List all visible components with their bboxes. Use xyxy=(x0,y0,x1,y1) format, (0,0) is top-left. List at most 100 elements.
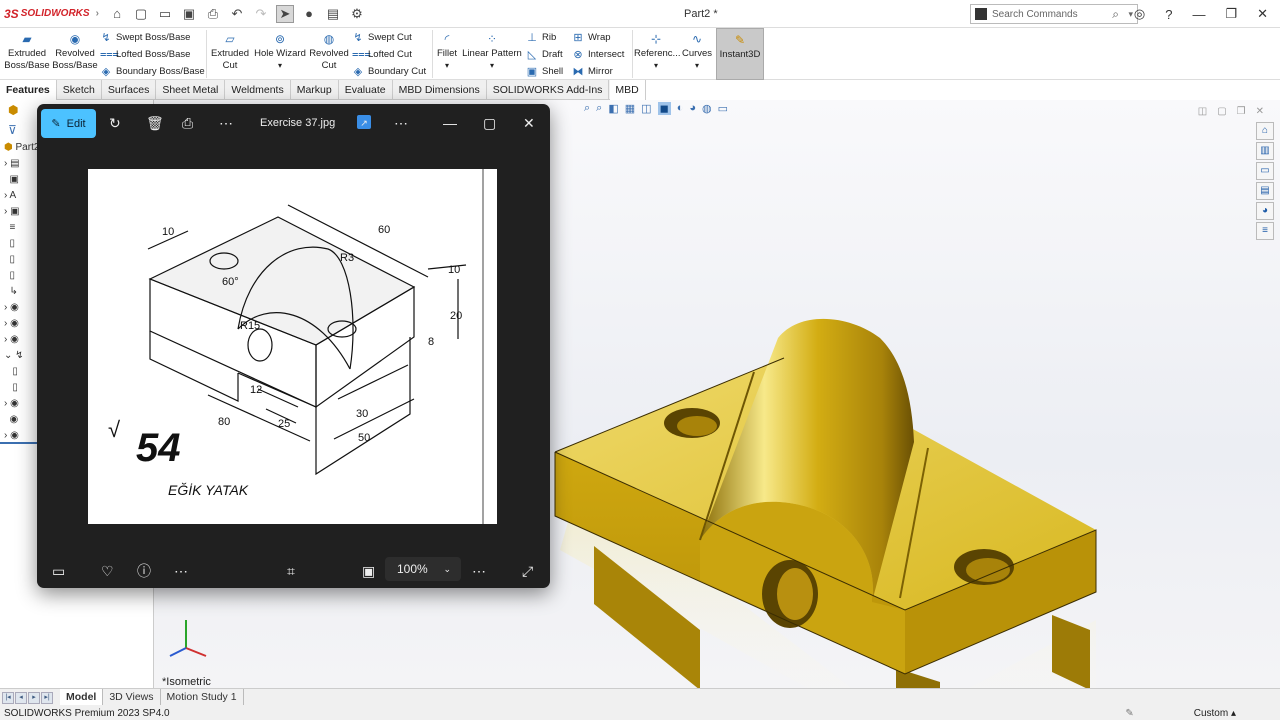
mirror-button[interactable]: ⧓ Mirror xyxy=(572,65,613,78)
file-properties-icon[interactable]: ▤ xyxy=(324,5,342,23)
close-icon[interactable]: ✕ xyxy=(523,115,535,131)
tab-mbd[interactable]: MBD xyxy=(609,80,646,100)
tab-3d-views[interactable]: 3D Views xyxy=(103,689,161,705)
lofted-boss-button[interactable]: ⩶ Lofted Boss/Base xyxy=(100,48,190,61)
section-view-icon[interactable]: ▦ xyxy=(625,102,635,115)
chevron-down-icon[interactable]: ▾ xyxy=(1128,9,1133,20)
scenes-icon[interactable]: ◍ xyxy=(702,102,712,115)
zoom-area-icon[interactable]: ⌕ xyxy=(596,102,602,115)
tab-solidworks-addins[interactable]: SOLIDWORKS Add-Ins xyxy=(487,80,610,100)
hide-show-items-icon[interactable]: ◐ xyxy=(677,102,684,115)
close-icon[interactable]: ✕ xyxy=(1257,6,1268,22)
hole-wizard-button[interactable]: ⊚ Hole Wizard ▾ xyxy=(254,32,306,72)
select-pointer-icon[interactable]: ➤ xyxy=(276,4,294,23)
view-settings-icon[interactable]: ▭ xyxy=(718,102,728,115)
print-icon[interactable]: ⎙ xyxy=(182,115,193,131)
next-tab-icon[interactable]: ▸ xyxy=(28,692,40,704)
tab-sheet-metal[interactable]: Sheet Metal xyxy=(156,80,226,100)
swept-boss-button[interactable]: ↯ Swept Boss/Base xyxy=(100,31,190,44)
tab-evaluate[interactable]: Evaluate xyxy=(339,80,393,100)
solidworks-resources-icon[interactable]: ⌂ xyxy=(1256,122,1274,140)
wrap-button[interactable]: ⊞ Wrap xyxy=(572,31,610,44)
design-library-icon[interactable]: ▥ xyxy=(1256,142,1274,160)
fillet-button[interactable]: ◜ Fillet ▾ xyxy=(434,32,460,72)
instant3d-button[interactable]: ✎ Instant3D xyxy=(716,28,764,80)
previous-view-icon[interactable]: ◧ xyxy=(608,102,618,115)
extruded-cut-button[interactable]: ▱ Extruded Cut xyxy=(208,32,252,72)
more-options-icon[interactable]: ⋯ xyxy=(394,115,408,131)
gold-part-model[interactable] xyxy=(550,220,1106,720)
rib-button[interactable]: ⊥ Rib xyxy=(526,31,556,44)
file-explorer-icon[interactable]: ▭ xyxy=(1256,162,1274,180)
options-gear-icon[interactable]: ⚙ xyxy=(348,5,366,23)
more-options-icon[interactable]: ⋯ xyxy=(219,115,233,131)
draft-button[interactable]: ◺ Draft xyxy=(526,48,563,61)
tab-motion-study-1[interactable]: Motion Study 1 xyxy=(161,689,244,705)
tab-features[interactable]: Features xyxy=(0,80,57,100)
edit-button[interactable]: ✎ Edit xyxy=(41,109,96,138)
custom-properties-icon[interactable]: ≡ xyxy=(1256,222,1274,240)
revolved-boss-button[interactable]: ◉ Revolved Boss/Base xyxy=(52,32,98,72)
open-folder-icon[interactable]: ▭ xyxy=(156,5,174,23)
display-style-icon[interactable]: ◼ xyxy=(657,102,671,115)
image-info-icon[interactable]: ↗ xyxy=(357,115,371,129)
filter-icon[interactable]: ⊽ xyxy=(8,123,17,137)
minimize-icon[interactable]: — xyxy=(1192,7,1205,22)
traffic-light-icon[interactable]: ● xyxy=(300,5,318,23)
extruded-boss-button[interactable]: ▰ Extruded Boss/Base xyxy=(4,32,50,72)
favorite-heart-icon[interactable]: ♡ xyxy=(101,563,114,579)
tab-model[interactable]: Model xyxy=(60,689,104,705)
search-icon[interactable]: ⌕ xyxy=(1112,7,1119,22)
user-icon[interactable]: ◎ xyxy=(1134,6,1145,22)
shell-button[interactable]: ▣ Shell xyxy=(526,65,563,78)
maximize-icon[interactable]: ▢ xyxy=(483,115,496,131)
undo-icon[interactable]: ↶ xyxy=(228,5,246,23)
prev-tab-icon[interactable]: ◂ xyxy=(15,692,27,704)
revolved-cut-button[interactable]: ◍ Revolved Cut xyxy=(308,32,350,72)
redo-icon[interactable]: ↷ xyxy=(252,5,270,23)
more-options-icon[interactable]: ⋯ xyxy=(472,563,486,579)
tab-markup[interactable]: Markup xyxy=(291,80,339,100)
first-tab-icon[interactable]: |◂ xyxy=(2,692,14,704)
tab-mbd-dimensions[interactable]: MBD Dimensions xyxy=(393,80,487,100)
full-screen-icon[interactable]: ⤢ xyxy=(522,563,533,579)
save-icon[interactable]: ▣ xyxy=(180,5,198,23)
visual-search-icon[interactable]: ⌗ xyxy=(287,563,295,579)
info-icon[interactable]: ⓘ xyxy=(137,563,151,579)
tab-weldments[interactable]: Weldments xyxy=(225,80,291,100)
new-document-icon[interactable]: ▢ xyxy=(132,5,150,23)
boundary-boss-button[interactable]: ◈ Boundary Boss/Base xyxy=(100,65,205,78)
viewport-minimize-icon[interactable]: ▢ xyxy=(1217,106,1226,117)
curves-button[interactable]: ∿ Curves ▾ xyxy=(680,32,714,72)
feature-manager-icon[interactable]: ⬢ xyxy=(8,103,18,117)
intersect-button[interactable]: ⊗ Intersect xyxy=(572,48,624,61)
edit-appearance-icon[interactable]: ◕ xyxy=(689,102,696,115)
search-commands-input[interactable]: Search Commands ⌕ ▾ xyxy=(970,4,1138,24)
more-options-icon[interactable]: ⋯ xyxy=(174,563,188,579)
home-icon[interactable]: ⌂ xyxy=(108,5,126,23)
zoom-select[interactable]: 100% ⌄ xyxy=(385,557,461,581)
lofted-cut-button[interactable]: ⩶ Lofted Cut xyxy=(352,48,412,61)
linear-pattern-button[interactable]: ⁘ Linear Pattern ▾ xyxy=(462,32,522,72)
zoom-to-fit-icon[interactable]: ⌕ xyxy=(584,102,590,115)
viewport-restore-icon[interactable]: ❐ xyxy=(1237,106,1246,117)
filmstrip-icon[interactable]: ▭ xyxy=(52,563,65,579)
minimize-icon[interactable]: — xyxy=(443,115,457,131)
viewport-close-icon[interactable]: ✕ xyxy=(1256,106,1264,117)
viewport-split-icon[interactable]: ◫ xyxy=(1198,106,1207,117)
swept-cut-button[interactable]: ↯ Swept Cut xyxy=(352,31,411,44)
solidworks-logo[interactable]: 3S SOLIDWORKS › xyxy=(0,7,99,21)
last-tab-icon[interactable]: ▸| xyxy=(41,692,53,704)
tab-surfaces[interactable]: Surfaces xyxy=(102,80,157,100)
fit-to-window-icon[interactable]: ▣ xyxy=(362,563,375,579)
restore-icon[interactable]: ❐ xyxy=(1225,6,1237,22)
view-palette-icon[interactable]: ▤ xyxy=(1256,182,1274,200)
tab-sketch[interactable]: Sketch xyxy=(57,80,102,100)
unit-system-select[interactable]: ✎ Custom ▴ xyxy=(1125,708,1236,719)
rotate-icon[interactable]: ↻ xyxy=(109,115,121,131)
delete-icon[interactable]: 🗑 xyxy=(146,115,164,131)
help-icon[interactable]: ? xyxy=(1165,7,1172,22)
appearances-icon[interactable]: ◕ xyxy=(1256,202,1274,220)
view-orientation-icon[interactable]: ◫ xyxy=(641,102,651,115)
boundary-cut-button[interactable]: ◈ Boundary Cut xyxy=(352,65,426,78)
